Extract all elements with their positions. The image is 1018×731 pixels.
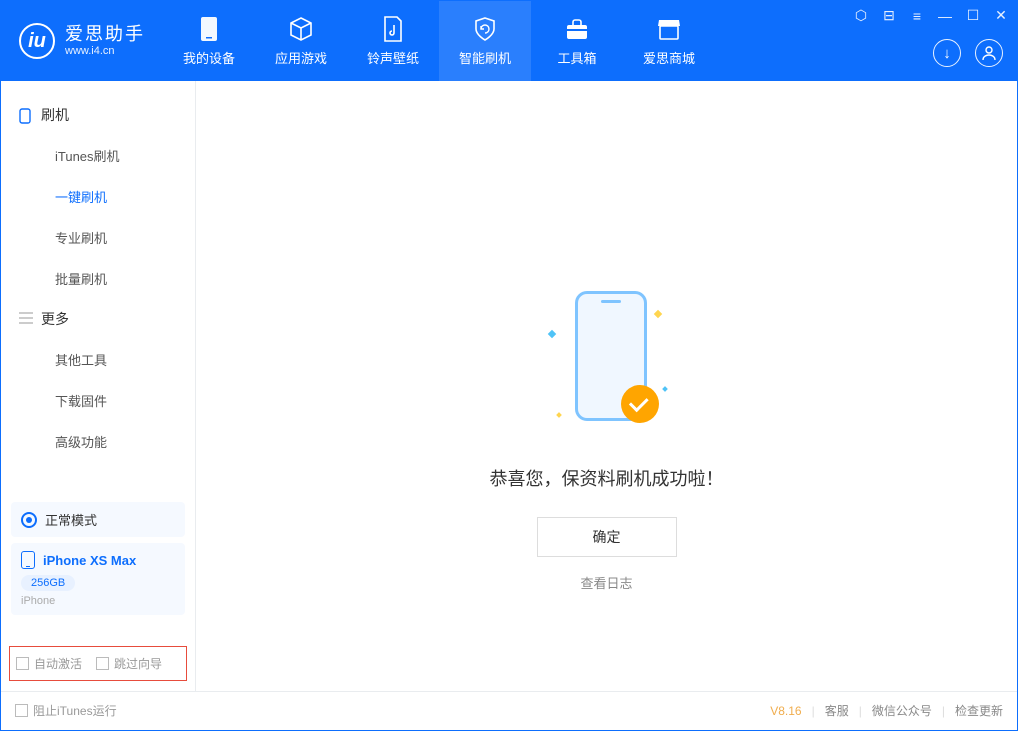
checkbox-icon [96, 657, 109, 670]
device-type: iPhone [21, 595, 175, 607]
app-url: www.i4.cn [65, 45, 145, 57]
status-bar: 阻止iTunes运行 V8.16 | 客服 | 微信公众号 | 检查更新 [1, 691, 1017, 729]
tab-store[interactable]: 爱思商城 [623, 1, 715, 81]
device-icon [196, 16, 222, 42]
maximize-button[interactable]: ☐ [965, 7, 981, 24]
checkbox-skip-wizard[interactable]: 跳过向导 [96, 655, 162, 672]
tab-apps-games[interactable]: 应用游戏 [255, 1, 347, 81]
header-tabs: 我的设备 应用游戏 铃声壁纸 智能刷机 工具箱 爱思商城 [163, 1, 715, 81]
close-button[interactable]: ✕ [993, 7, 1009, 24]
toolbox-icon [564, 16, 590, 42]
support-link[interactable]: 客服 [825, 702, 849, 719]
version-label: V8.16 [770, 704, 801, 718]
sidebar-item-other-tools[interactable]: 其他工具 [1, 339, 195, 380]
phone-small-icon [19, 108, 33, 122]
sidebar-item-pro-flash[interactable]: 专业刷机 [1, 217, 195, 258]
sidebar-group-more: 更多 [1, 299, 195, 339]
list-icon [19, 312, 33, 326]
sidebar-item-itunes-flash[interactable]: iTunes刷机 [1, 135, 195, 176]
wechat-link[interactable]: 微信公众号 [872, 702, 932, 719]
sidebar-group-flash: 刷机 [1, 95, 195, 135]
tab-ringtones-wallpapers[interactable]: 铃声壁纸 [347, 1, 439, 81]
sidebar-item-advanced[interactable]: 高级功能 [1, 421, 195, 462]
highlight-checkbox-row: 自动激活 跳过向导 [9, 646, 187, 681]
sidebar-item-download-firmware[interactable]: 下载固件 [1, 380, 195, 421]
user-button[interactable] [975, 39, 1003, 67]
tab-my-device[interactable]: 我的设备 [163, 1, 255, 81]
download-button[interactable]: ↓ [933, 39, 961, 67]
checkbox-icon [16, 657, 29, 670]
main-content: 恭喜您，保资料刷机成功啦！ 确定 查看日志 [196, 81, 1017, 691]
device-phone-icon [21, 551, 35, 569]
checkbox-block-itunes[interactable]: 阻止iTunes运行 [15, 702, 117, 719]
shirt-icon[interactable]: ⬡ [853, 7, 869, 24]
store-icon [656, 16, 682, 42]
menu-icon[interactable]: ≡ [909, 8, 925, 24]
view-log-link[interactable]: 查看日志 [580, 573, 632, 592]
mode-dot-icon [21, 512, 37, 528]
success-message: 恭喜您，保资料刷机成功啦！ [490, 465, 724, 491]
device-mode-row[interactable]: 正常模式 [11, 502, 185, 537]
lock-icon[interactable]: ⊟ [881, 7, 897, 24]
logo-icon: iu [19, 23, 55, 59]
check-badge-icon [621, 385, 659, 423]
shield-refresh-icon [472, 16, 498, 42]
music-file-icon [380, 16, 406, 42]
cube-icon [288, 16, 314, 42]
tab-toolbox[interactable]: 工具箱 [531, 1, 623, 81]
checkbox-icon [15, 704, 28, 717]
device-storage-badge: 256GB [21, 575, 75, 591]
success-illustration [547, 291, 667, 441]
sidebar-item-batch-flash[interactable]: 批量刷机 [1, 258, 195, 299]
device-name: iPhone XS Max [43, 553, 136, 568]
device-info-row[interactable]: iPhone XS Max 256GB iPhone [11, 543, 185, 615]
sidebar-item-oneclick-flash[interactable]: 一键刷机 [1, 176, 195, 217]
tab-smart-flash[interactable]: 智能刷机 [439, 1, 531, 81]
app-name: 爱思助手 [65, 25, 145, 45]
logo-block: iu 爱思助手 www.i4.cn [1, 1, 163, 81]
app-header: iu 爱思助手 www.i4.cn 我的设备 应用游戏 铃声壁纸 智能刷机 工具… [1, 1, 1017, 81]
checkbox-auto-activate[interactable]: 自动激活 [16, 655, 82, 672]
minimize-button[interactable]: — [937, 8, 953, 24]
check-update-link[interactable]: 检查更新 [955, 702, 1003, 719]
window-controls: ⬡ ⊟ ≡ — ☐ ✕ [853, 7, 1009, 24]
sidebar: 刷机 iTunes刷机 一键刷机 专业刷机 批量刷机 更多 其他工具 下载固件 … [1, 81, 196, 691]
ok-button[interactable]: 确定 [537, 517, 677, 557]
